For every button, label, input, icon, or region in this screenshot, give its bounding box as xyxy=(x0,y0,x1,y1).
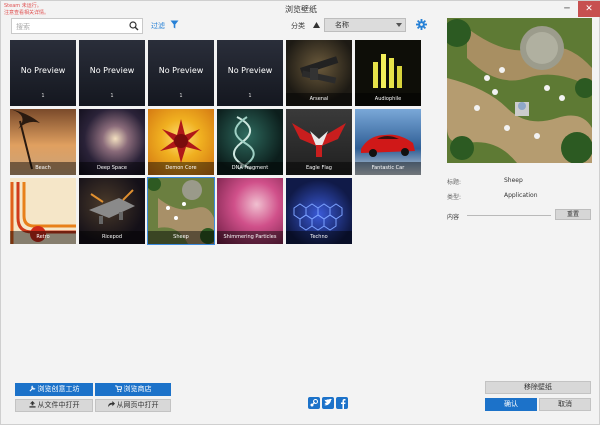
wallpaper-tile[interactable]: Beach xyxy=(10,109,76,175)
wallpaper-tile[interactable]: Retro xyxy=(10,178,76,244)
tile-label: Shimmering Particles xyxy=(217,231,283,244)
search-input[interactable] xyxy=(16,21,128,32)
window-title: 浏览壁纸 xyxy=(285,5,317,14)
tile-label: Arsenal xyxy=(286,93,352,106)
tile-label: Audiophile xyxy=(355,93,421,106)
wallpaper-tile[interactable]: DNA Fragment xyxy=(217,109,283,175)
filter-link[interactable]: 过滤 xyxy=(151,21,165,31)
title-field-label: 标题: xyxy=(447,179,462,186)
tile-label: Fantastic Car xyxy=(355,162,421,175)
open-from-file-label: 从文件中打开 xyxy=(37,401,80,409)
close-button[interactable]: ✕ xyxy=(578,1,600,17)
wallpaper-tile[interactable]: Arsenal xyxy=(286,40,352,106)
tile-label: Deep Space xyxy=(79,162,145,175)
steam-icon[interactable] xyxy=(308,397,320,409)
content-slider[interactable] xyxy=(467,215,551,216)
wallpaper-tile[interactable]: No Preview 1 xyxy=(10,40,76,106)
wallpaper-preview-image xyxy=(447,18,592,163)
open-from-web-label: 从网页中打开 xyxy=(116,401,159,409)
wallpaper-tile[interactable]: No Preview 1 xyxy=(217,40,283,106)
title-field-value: Sheep xyxy=(504,177,523,184)
tile-label: Techno xyxy=(286,231,352,244)
wallpaper-tile[interactable]: Fantastic Car xyxy=(355,109,421,175)
browse-store-label: 浏览商店 xyxy=(123,385,152,393)
wallpaper-tile[interactable]: Demon Core xyxy=(148,109,214,175)
tile-label: Ricepod xyxy=(79,231,145,244)
browse-workshop-button[interactable]: 浏览创意工坊 xyxy=(15,383,93,396)
facebook-icon[interactable] xyxy=(336,397,348,409)
tile-label: Sheep xyxy=(148,231,214,244)
no-preview-text: No Preview xyxy=(227,66,273,75)
search-icon[interactable] xyxy=(129,21,139,31)
tile-label: Eagle Flag xyxy=(286,162,352,175)
wallpaper-grid: No Preview 1 No Preview 1 No Preview 1 N… xyxy=(10,40,422,245)
tile-label: Beach xyxy=(10,162,76,175)
remove-wallpaper-button[interactable]: 移除壁纸 xyxy=(485,381,591,394)
tile-label: 1 xyxy=(41,93,45,99)
wallpaper-tile[interactable]: Eagle Flag xyxy=(286,109,352,175)
share-arrow-icon xyxy=(107,401,115,408)
gear-icon[interactable] xyxy=(416,19,427,30)
chevron-down-icon xyxy=(396,23,402,27)
cart-icon xyxy=(114,385,122,392)
no-preview-text: No Preview xyxy=(158,66,204,75)
wallpaper-tile[interactable]: Ricepod xyxy=(79,178,145,244)
title-bar: Steam 未运行。 注意查看相关详情。 浏览壁纸 ─ ✕ xyxy=(1,1,600,17)
wallpaper-tile[interactable]: No Preview 1 xyxy=(148,40,214,106)
sheep-preview xyxy=(447,18,592,163)
browse-store-button[interactable]: 浏览商店 xyxy=(95,383,171,396)
wallpaper-browser-window: Steam 未运行。 注意查看相关详情。 浏览壁纸 ─ ✕ 过滤 分类 名称 xyxy=(0,0,600,425)
wallpaper-tile[interactable]: Techno xyxy=(286,178,352,244)
tile-label: 1 xyxy=(179,93,183,99)
filter-funnel-icon[interactable] xyxy=(170,20,179,29)
sort-ascending-icon[interactable] xyxy=(313,22,320,28)
wallpaper-tile-selected[interactable]: Sheep xyxy=(147,177,215,245)
content-label: 内容 xyxy=(447,214,460,221)
sort-label: 分类 xyxy=(291,22,305,30)
ok-button[interactable]: 确认 xyxy=(485,398,537,411)
sort-dropdown-value: 名称 xyxy=(335,21,349,29)
no-preview-text: No Preview xyxy=(20,66,66,75)
browse-workshop-label: 浏览创意工坊 xyxy=(37,385,80,393)
type-field-label: 类型: xyxy=(447,194,462,201)
twitter-icon[interactable] xyxy=(322,397,334,409)
wallpaper-tile[interactable]: No Preview 1 xyxy=(79,40,145,106)
open-from-web-button[interactable]: 从网页中打开 xyxy=(95,399,171,412)
type-field-value: Application xyxy=(504,192,538,199)
cancel-button[interactable]: 取消 xyxy=(539,398,591,411)
reset-button[interactable]: 重置 xyxy=(555,209,591,220)
wrench-icon xyxy=(28,385,36,392)
tile-label: 1 xyxy=(110,93,114,99)
wallpaper-tile[interactable]: Deep Space xyxy=(79,109,145,175)
tile-label: Demon Core xyxy=(148,162,214,175)
tile-label: 1 xyxy=(248,93,252,99)
search-box[interactable] xyxy=(11,18,143,34)
upload-icon xyxy=(28,401,36,408)
no-preview-text: No Preview xyxy=(89,66,135,75)
wallpaper-tile[interactable]: Shimmering Particles xyxy=(217,178,283,244)
sort-dropdown[interactable]: 名称 xyxy=(324,18,406,32)
tile-label: DNA Fragment xyxy=(217,162,283,175)
open-from-file-button[interactable]: 从文件中打开 xyxy=(15,399,93,412)
wallpaper-tile[interactable]: Audiophile xyxy=(355,40,421,106)
minimize-button[interactable]: ─ xyxy=(556,1,578,17)
tile-label: Retro xyxy=(10,231,76,244)
